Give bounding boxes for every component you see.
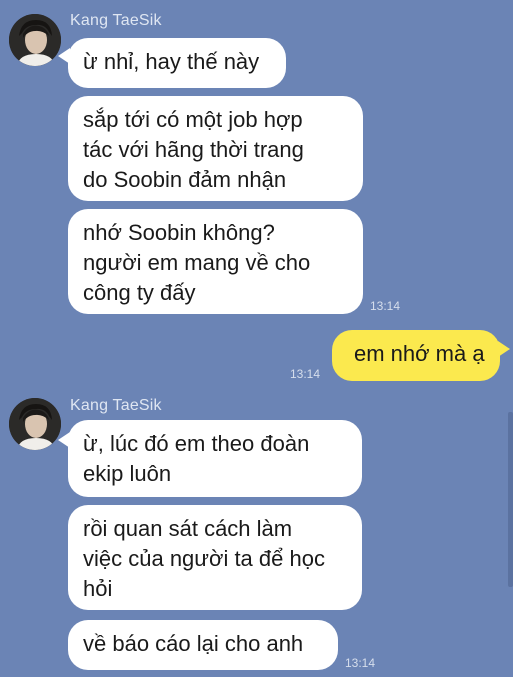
sender-name: Kang TaeSik xyxy=(70,397,162,414)
message-timestamp: 13:14 xyxy=(345,656,376,670)
contact-avatar[interactable] xyxy=(9,398,61,450)
message-bubble-incoming[interactable]: về báo cáo lại cho anh xyxy=(68,620,338,670)
message-bubble-incoming[interactable]: rồi quan sát cách làm việc của người ta … xyxy=(68,505,362,610)
message-bubble-incoming[interactable]: sắp tới có một job hợp tác với hãng thời… xyxy=(68,96,363,201)
message-timestamp: 13:14 xyxy=(370,299,401,313)
contact-avatar[interactable] xyxy=(9,14,61,66)
message-timestamp: 13:14 xyxy=(290,367,321,381)
scrollbar[interactable] xyxy=(508,412,513,587)
message-bubble-incoming[interactable]: ừ, lúc đó em theo đoàn ekip luôn xyxy=(68,420,362,497)
message-bubble-incoming[interactable]: nhớ Soobin không? người em mang về cho c… xyxy=(68,209,363,314)
message-bubble-outgoing[interactable]: em nhớ mà ạ xyxy=(332,330,500,381)
bubble-tail xyxy=(498,341,510,357)
profile-photo-icon xyxy=(9,398,61,450)
sender-name: Kang TaeSik xyxy=(70,12,162,29)
profile-photo-icon xyxy=(9,14,61,66)
chat-view[interactable]: Kang TaeSik ừ nhỉ, hay thế này sắp tới c… xyxy=(0,0,513,677)
message-bubble-incoming[interactable]: ừ nhỉ, hay thế này xyxy=(68,38,286,88)
